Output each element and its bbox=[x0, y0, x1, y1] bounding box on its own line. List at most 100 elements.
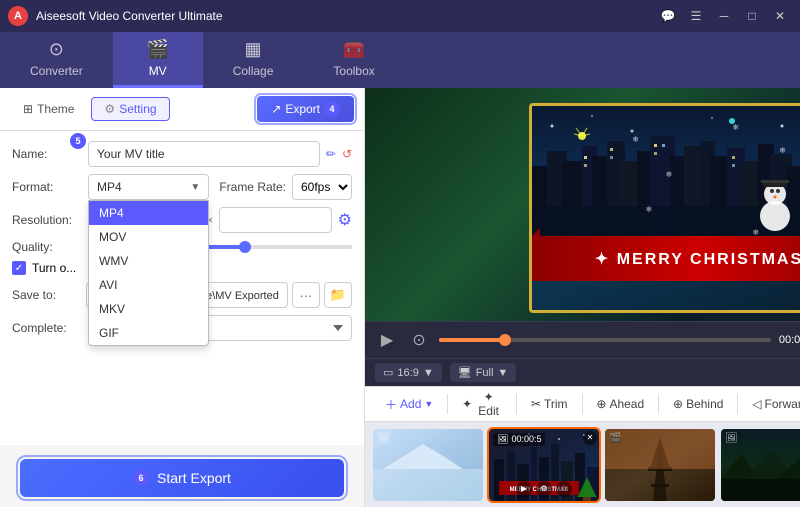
export-button[interactable]: ↗ Export 4 bbox=[257, 96, 354, 122]
name-row: Name: 5 ✏ ↺ bbox=[12, 141, 352, 167]
gear-icon: ⚙ bbox=[104, 102, 115, 116]
add-label: Add bbox=[400, 397, 421, 411]
forward-label: Forward bbox=[765, 397, 800, 411]
trim-label: Trim bbox=[544, 397, 568, 411]
progress-bar[interactable] bbox=[439, 338, 771, 342]
close-button[interactable]: ✕ bbox=[768, 6, 792, 26]
dropdown-arrow: ▼ bbox=[190, 182, 200, 193]
film-thumb-2[interactable]: MERRY CHRISTMAS 🖼 00:00:5 ▶ ⚙ ☆ ✕ bbox=[489, 429, 599, 501]
snowflake-5: ❄ bbox=[752, 228, 759, 237]
left-panel: ⊞ Theme ⚙ Setting ↗ Export 4 Name: 5 ✏ ↺ bbox=[0, 88, 365, 507]
stop-button[interactable]: ⊙ bbox=[407, 328, 431, 352]
theme-label: Theme bbox=[37, 102, 74, 116]
film-thumb-1[interactable]: 🖼 bbox=[373, 429, 483, 501]
separator-4 bbox=[658, 394, 659, 414]
tab-mv[interactable]: 🎬 MV bbox=[113, 32, 203, 88]
thumb-2-time: 🖼 00:00:5 bbox=[493, 433, 545, 446]
name-input[interactable] bbox=[88, 141, 320, 167]
aspect-ratio-icon: ▭ bbox=[383, 366, 393, 379]
edit-name-icon[interactable]: ✏ bbox=[326, 147, 336, 161]
main-content: ⊞ Theme ⚙ Setting ↗ Export 4 Name: 5 ✏ ↺ bbox=[0, 88, 800, 507]
nav-tabs: ⊙ Converter 🎬 MV ▦ Collage 🧰 Toolbox bbox=[0, 32, 800, 88]
sub-tab-theme[interactable]: ⊞ Theme bbox=[10, 97, 87, 121]
resolution-height[interactable] bbox=[219, 207, 331, 233]
turn-on-checkbox[interactable]: ✓ bbox=[12, 261, 26, 275]
trim-button[interactable]: ✂ Trim bbox=[521, 393, 578, 415]
preview-image: ✦ MERRY CHRISTMAS ❄ ❄ ❄ ❄ ❄ ❄ bbox=[365, 88, 800, 321]
separator-3 bbox=[582, 394, 583, 414]
aspect-quality-row: ▭ 16:9 ▼ 🖥 Full ▼ bbox=[365, 358, 800, 386]
setting-label: Setting bbox=[119, 102, 156, 116]
thumb-2-time-value: 00:00:5 bbox=[511, 434, 541, 444]
frame-rate-select[interactable]: 60fps 30fps 24fps bbox=[292, 174, 352, 200]
tab-collage-label: Collage bbox=[233, 64, 274, 78]
format-dropdown-container: MP4 ▼ MP4 MOV WMV AVI MKV GIF bbox=[88, 174, 209, 200]
ahead-label: Ahead bbox=[609, 397, 644, 411]
edit-icon: ✦ bbox=[462, 397, 472, 411]
format-label: Format: bbox=[12, 180, 82, 194]
format-option-gif[interactable]: GIF bbox=[89, 321, 208, 345]
minimize-button[interactable]: ─ bbox=[712, 6, 736, 26]
format-option-mp4[interactable]: MP4 bbox=[89, 201, 208, 225]
quality-mode-button[interactable]: 🖥 Full ▼ bbox=[450, 363, 517, 382]
format-option-avi[interactable]: AVI bbox=[89, 273, 208, 297]
format-option-wmv[interactable]: WMV bbox=[89, 249, 208, 273]
tab-mv-label: MV bbox=[149, 64, 167, 78]
behind-button[interactable]: ⊕ Behind bbox=[663, 393, 733, 415]
format-dropdown[interactable]: MP4 ▼ bbox=[88, 174, 209, 200]
edit-label: ✦ Edit bbox=[475, 390, 502, 418]
sub-tab-setting[interactable]: ⚙ Setting bbox=[91, 97, 169, 121]
format-option-mov[interactable]: MOV bbox=[89, 225, 208, 249]
sub-tabs: ⊞ Theme ⚙ Setting ↗ Export 4 bbox=[0, 88, 364, 131]
snowflake-2: ❄ bbox=[666, 170, 673, 179]
save-to-label: Save to: bbox=[12, 288, 82, 302]
title-bar: A Aiseesoft Video Converter Ultimate 💬 ☰… bbox=[0, 0, 800, 32]
resolution-settings-icon[interactable]: ⚙ bbox=[338, 210, 352, 230]
add-button[interactable]: ＋ Add ▼ bbox=[375, 392, 443, 417]
edit-button[interactable]: ✦ ✦ Edit bbox=[452, 386, 512, 422]
thumb-2-play[interactable]: ▶ bbox=[516, 481, 532, 497]
tab-toolbox-label: Toolbox bbox=[333, 64, 374, 78]
film-thumb-3[interactable]: 🎬 bbox=[605, 429, 715, 501]
quality-label: Quality: bbox=[12, 240, 82, 254]
refresh-name-icon[interactable]: ↺ bbox=[342, 147, 352, 161]
thumb-2-controls: ▶ ⚙ ☆ bbox=[516, 481, 572, 497]
format-option-mkv[interactable]: MKV bbox=[89, 297, 208, 321]
tab-converter[interactable]: ⊙ Converter bbox=[0, 32, 113, 88]
tab-collage[interactable]: ▦ Collage bbox=[203, 32, 304, 88]
start-export-left-button[interactable]: 6 Start Export bbox=[20, 459, 344, 497]
chat-button[interactable]: 💬 bbox=[656, 6, 680, 26]
path-folder-button[interactable]: 📁 bbox=[324, 282, 352, 308]
thumb-3-bg bbox=[605, 429, 715, 501]
preview-controls: ▶ ⊙ 00:00:05.00/00:00:25.00 🔊 Start Expo… bbox=[365, 321, 800, 358]
forward-button[interactable]: ◁ Forward bbox=[742, 393, 800, 415]
step-badge-6: 6 bbox=[133, 470, 149, 486]
quality-mode-value: Full bbox=[476, 367, 494, 379]
preview-area: ✦ MERRY CHRISTMAS ❄ ❄ ❄ ❄ ❄ ❄ bbox=[365, 88, 800, 321]
mv-icon: 🎬 bbox=[146, 39, 168, 60]
step-badge-5: 5 bbox=[70, 133, 86, 149]
menu-button[interactable]: ☰ bbox=[684, 6, 708, 26]
maximize-button[interactable]: □ bbox=[740, 6, 764, 26]
aspect-ratio-value: 16:9 bbox=[397, 367, 418, 379]
snowflake-1: ❄ bbox=[632, 135, 639, 144]
frame-rate-row: Frame Rate: 60fps 30fps 24fps bbox=[219, 174, 352, 200]
aspect-ratio-button[interactable]: ▭ 16:9 ▼ bbox=[375, 363, 442, 382]
add-icon: ＋ bbox=[385, 396, 397, 413]
ahead-button[interactable]: ⊕ Ahead bbox=[586, 393, 654, 415]
snowflake-6: ❄ bbox=[779, 146, 786, 155]
tab-toolbox[interactable]: 🧰 Toolbox bbox=[303, 32, 404, 88]
xmas-card: ✦ MERRY CHRISTMAS bbox=[529, 103, 800, 313]
play-button[interactable]: ▶ bbox=[375, 328, 399, 352]
separator-1 bbox=[447, 394, 448, 414]
snowflake-3: ❄ bbox=[732, 123, 739, 132]
thumb-2-settings[interactable]: ⚙ bbox=[536, 481, 552, 497]
app-logo: A bbox=[8, 6, 28, 26]
ahead-icon: ⊕ bbox=[596, 397, 606, 411]
path-more-button[interactable]: ··· bbox=[292, 282, 320, 308]
format-selected-value: MP4 bbox=[97, 180, 122, 194]
converter-icon: ⊙ bbox=[49, 39, 64, 60]
thumb-2-star[interactable]: ☆ bbox=[556, 481, 572, 497]
thumb-2-close[interactable]: ✕ bbox=[583, 431, 597, 445]
film-thumb-4[interactable]: 🖼 bbox=[721, 429, 800, 501]
